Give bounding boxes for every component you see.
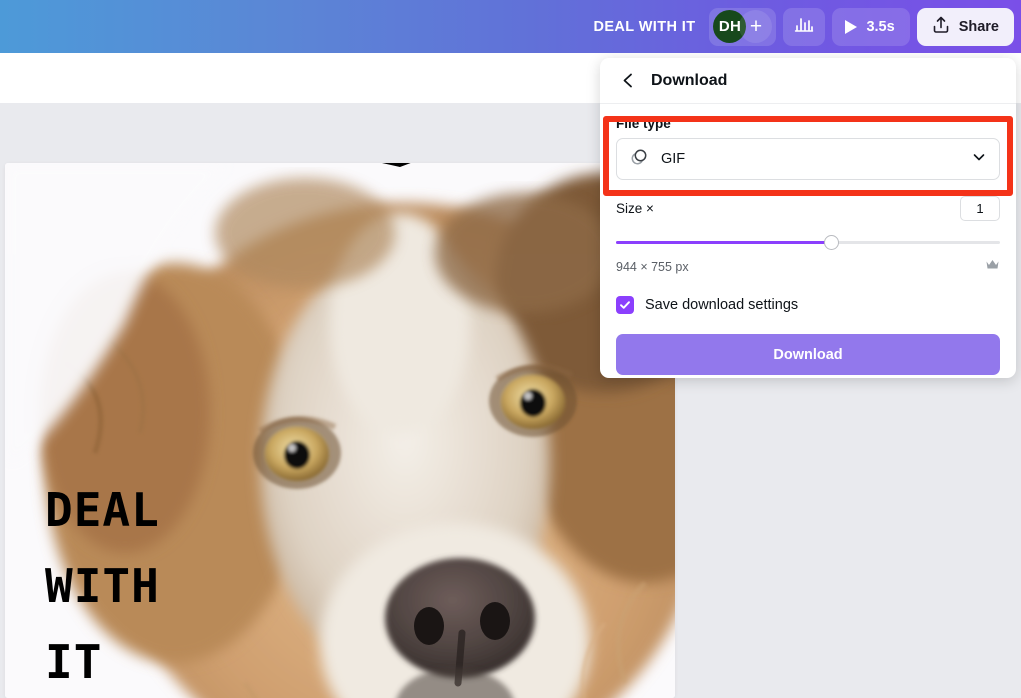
play-duration: 3.5s — [866, 18, 895, 35]
layers-icon — [629, 146, 650, 172]
chevron-down-icon[interactable] — [971, 149, 987, 170]
crown-icon[interactable] — [985, 258, 1000, 276]
play-preview-button[interactable]: 3.5s — [832, 7, 910, 46]
chevron-left-icon[interactable] — [613, 66, 643, 96]
download-panel-body: File type GIF Size × 1 944 × 755 px Save… — [600, 104, 1016, 314]
slider-thumb[interactable] — [823, 235, 839, 250]
design-canvas[interactable]: DEAL WITH IT — [5, 163, 675, 698]
share-upload-icon — [932, 15, 950, 39]
play-icon — [845, 19, 858, 34]
canvas-controls-row — [0, 103, 676, 163]
slider-fill — [616, 241, 832, 244]
add-collaborator-button[interactable]: + — [739, 10, 773, 43]
size-row: Size × — [616, 196, 1000, 221]
size-label: Size × — [616, 201, 654, 216]
collaborators-group: DH + — [709, 7, 777, 46]
download-panel-title: Download — [651, 71, 728, 89]
size-slider[interactable] — [616, 235, 1000, 250]
document-title: DEAL WITH IT — [593, 18, 696, 35]
meme-line-3: IT — [45, 634, 103, 689]
download-panel: Download File type GIF Size × 1 944 × 75… — [600, 58, 1016, 378]
audio-button[interactable] — [783, 7, 826, 46]
dimensions-row: 944 × 755 px — [616, 258, 1000, 276]
save-settings-label: Save download settings — [645, 297, 799, 313]
file-type-select[interactable]: GIF — [616, 138, 1000, 180]
file-type-value: GIF — [661, 151, 686, 167]
size-input[interactable] — [960, 196, 1000, 221]
file-type-label: File type — [616, 116, 671, 131]
save-settings-row[interactable]: Save download settings — [616, 296, 1000, 314]
sunglasses-overlay-icon[interactable] — [340, 163, 450, 193]
output-dimensions: 944 × 755 px — [616, 260, 689, 274]
meme-text-block[interactable]: DEAL WITH IT — [45, 473, 160, 698]
meme-line-1: DEAL — [45, 483, 160, 537]
save-settings-checkbox[interactable] — [616, 296, 634, 314]
download-button[interactable]: Download — [616, 334, 1000, 375]
audio-bars-icon — [794, 14, 814, 39]
app-header: DEAL WITH IT DH + 3.5s Share — [0, 0, 1021, 53]
share-label: Share — [958, 18, 999, 35]
download-panel-header: Download — [600, 58, 1016, 104]
share-button[interactable]: Share — [916, 7, 1014, 46]
meme-line-2: WITH — [45, 558, 160, 613]
